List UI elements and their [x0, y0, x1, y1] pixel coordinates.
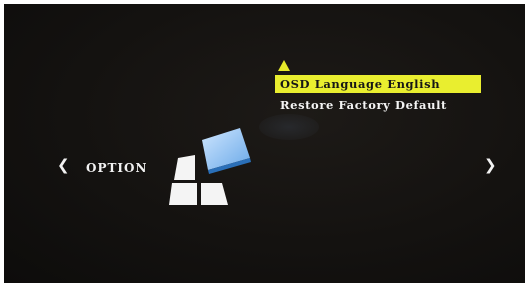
triangle-up-icon[interactable]	[278, 60, 290, 71]
chevron-left-icon[interactable]: ❮	[57, 158, 70, 173]
option-blocks-icon	[169, 128, 251, 205]
option-menu: OSD Language English Restore Factory Def…	[275, 75, 481, 114]
menu-item-osd-language[interactable]: OSD Language English	[275, 75, 481, 93]
section-label: OPTION	[86, 161, 148, 175]
menu-item-restore-factory-default[interactable]: Restore Factory Default	[275, 96, 481, 114]
osd-screen: ❮ OPTION OSD Language English Restore Fa…	[4, 4, 525, 283]
chevron-right-icon[interactable]: ❯	[484, 158, 497, 173]
icon-block-bottom-left	[169, 183, 197, 205]
screen-glare	[259, 114, 319, 140]
icon-block-bottom-right	[201, 183, 228, 205]
icon-block-left	[174, 155, 195, 180]
